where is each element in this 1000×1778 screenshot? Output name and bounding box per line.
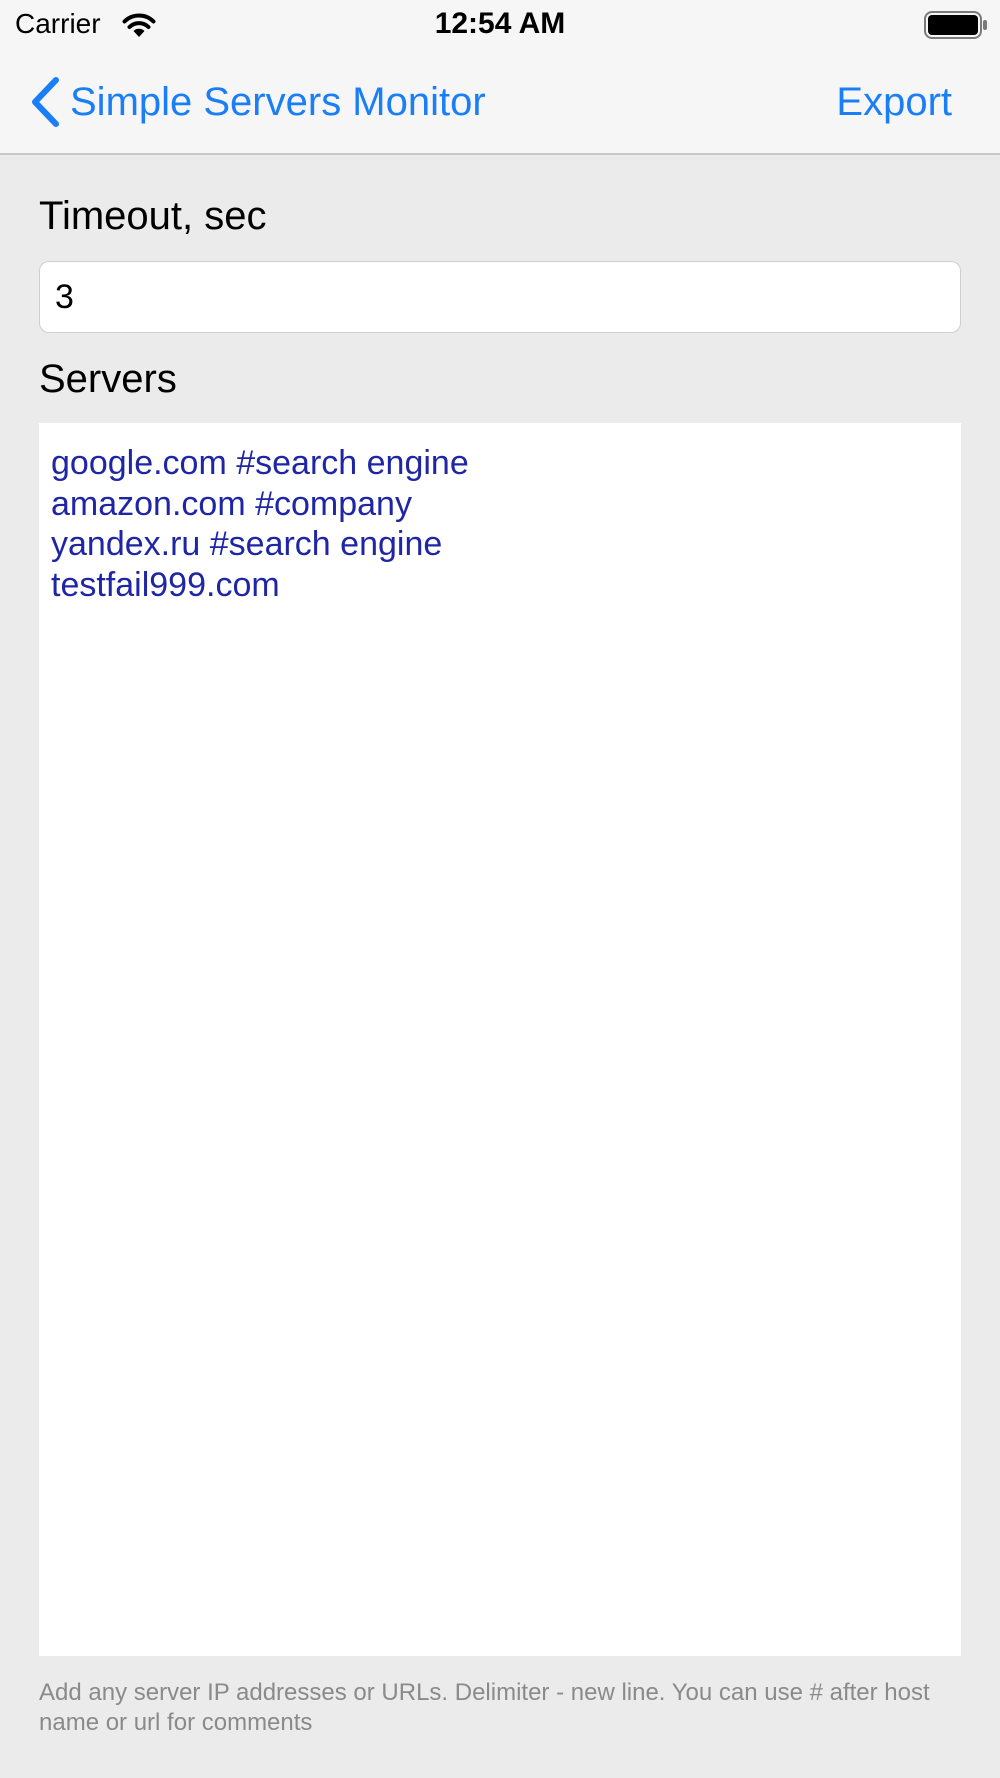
timeout-label: Timeout, sec — [39, 194, 267, 238]
back-button-label: Simple Servers Monitor — [70, 79, 486, 124]
timeout-input[interactable] — [39, 261, 961, 333]
back-button[interactable]: Simple Servers Monitor — [28, 74, 486, 130]
battery-icon — [924, 11, 987, 39]
status-bar: Carrier 12:54 AM — [0, 0, 1000, 50]
server-line: yandex.ru #search engine — [51, 525, 443, 563]
settings-screen: Carrier 12:54 AM Simple Servers Monitor … — [0, 0, 1000, 1778]
server-line: google.com #search engine — [51, 444, 469, 482]
clock: 12:54 AM — [434, 7, 566, 40]
servers-text-area[interactable]: google.com #search engine amazon.com #co… — [39, 423, 961, 1656]
servers-hint: Add any server IP addresses or URLs. Del… — [39, 1679, 930, 1736]
export-button[interactable]: Export — [836, 80, 952, 125]
navigation-bar: Simple Servers Monitor Export — [0, 50, 1000, 155]
server-line: amazon.com #company — [51, 484, 412, 523]
chevron-left-icon — [32, 77, 59, 127]
server-line: testfail999.com — [51, 565, 280, 604]
servers-label: Servers — [39, 357, 177, 401]
